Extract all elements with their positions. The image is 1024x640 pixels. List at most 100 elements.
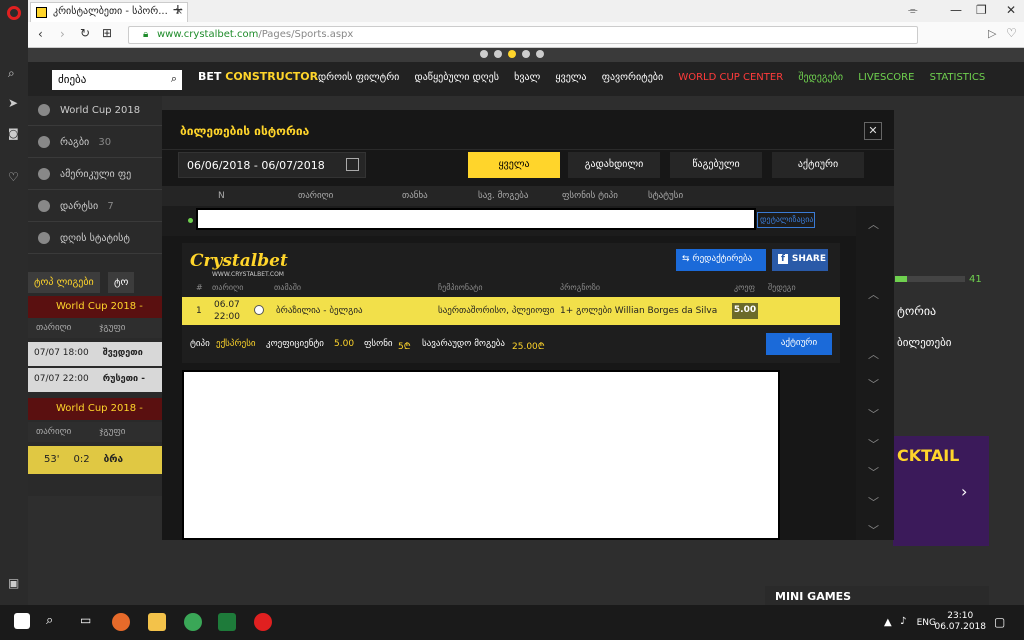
details-button[interactable]: დეტალიზაცია [757,212,815,228]
maximize-button[interactable]: ❐ [976,3,987,17]
match-row[interactable]: 07/07 22:00 რუსეთი - [28,368,162,392]
chrome-icon[interactable] [184,613,202,631]
group-header[interactable]: World Cup 2018 - [28,398,162,420]
nav-started-today[interactable]: დაწყებული დღეს [415,72,499,83]
match-teams: შვედეთი [102,348,143,358]
filter-all-button[interactable]: ყველა [468,152,560,178]
nav-world-cup-center[interactable]: WORLD CUP CENTER [678,72,783,83]
modal-header: ბილეთების ისტორია ✕ [162,110,894,150]
slider-dot[interactable] [480,50,488,58]
date-range-input[interactable]: 06/06/2018 - 06/07/2018 [178,152,366,178]
opera-logo-icon[interactable] [7,6,21,20]
tab-menu-icon[interactable]: ⌯ [908,3,918,18]
snapshot-icon[interactable]: ▷ [988,27,996,40]
group-header[interactable]: World Cup 2018 - [28,296,162,318]
sidebar-toggle-icon[interactable]: ▣ [8,576,19,590]
ticket-champ: საერთაშორისო, პლეიოფი [438,306,555,316]
browser-tab[interactable]: კრისტალბეთი - სპორ... × [30,2,188,22]
filter-lost-button[interactable]: წაგებული [670,152,762,178]
back-icon[interactable]: ‹ [38,27,43,41]
excel-icon[interactable] [218,613,236,631]
match-row[interactable]: 07/07 18:00 შვედეთი [28,342,162,366]
modal-scroll-pane: ︿ ︿ ︿ ﹀ ﹀ ﹀ ﹀ ﹀ ﹀ [856,206,894,540]
edit-button[interactable]: ⇆ რედაქტირება [676,249,766,271]
share-button[interactable]: f SHARE [772,249,828,271]
chevron-down-icon[interactable]: ﹀ [868,376,879,392]
speed-dial-icon[interactable]: ⊞ [102,26,112,40]
clock[interactable]: 23:10 06.07.2018 [934,611,986,633]
th-game: თამაში [274,283,301,292]
search-icon[interactable]: ⌕ [171,72,177,86]
history-row[interactable]: დეტალიზაცია [162,206,862,236]
search-icon[interactable]: ⌕ [46,613,53,628]
minimize-button[interactable]: — [950,3,962,17]
chevron-down-icon[interactable]: ﹀ [868,522,879,538]
tab-top-leagues[interactable]: ტოპ ლიგები [28,272,100,293]
nav-results[interactable]: შედეგები [798,72,843,83]
chevron-down-icon[interactable]: ﹀ [868,494,879,510]
facebook-icon: f [778,254,788,264]
nav-tomorrow[interactable]: ხვალ [514,72,540,83]
new-tab-button[interactable]: + [172,2,184,18]
th-num: # [196,283,203,292]
heart-icon[interactable]: ♡ [8,170,19,184]
reload-icon[interactable]: ↻ [80,26,90,40]
bet-constructor-link[interactable]: BET CONSTRUCTOR [198,70,318,83]
time-filter[interactable]: დროის ფილტრი [318,72,399,83]
forward-icon[interactable]: › [60,27,65,41]
nav-statistics[interactable]: STATISTICS [930,72,986,83]
next-slide-icon[interactable]: › [961,482,967,501]
nav-all[interactable]: ყველა [555,72,586,83]
sidebar-item-daily-stats[interactable]: დღის სტატისტ [28,224,162,254]
search-icon[interactable]: ⌕ [8,66,15,81]
file-explorer-icon[interactable] [148,613,166,631]
right-progress [895,276,965,282]
bookmark-heart-icon[interactable]: ♡ [1006,26,1017,40]
slider-dot-active[interactable] [508,50,516,58]
nav-livescore[interactable]: LIVESCORE [858,72,914,83]
opera-taskbar-icon[interactable] [254,613,272,631]
sidebar-item-world-cup[interactable]: World Cup 2018 [28,96,162,126]
live-match-row[interactable]: 53' 0:2 ბრა [28,446,162,474]
windows-start-icon[interactable] [14,613,30,629]
filter-paid-button[interactable]: გადახდილი [568,152,660,178]
promo-banner[interactable]: CKTAIL › [893,436,989,546]
slider-dot[interactable] [536,50,544,58]
chevron-down-icon[interactable]: ﹀ [868,406,879,422]
tab-top-other[interactable]: ტო [108,272,135,293]
chevron-down-icon[interactable]: ﹀ [868,464,879,480]
chevron-up-icon[interactable]: ︿ [868,216,879,232]
url-input[interactable]: 🔒︎ www.crystalbet.com/Pages/Sports.aspx [128,26,918,44]
language-indicator[interactable]: ENG [917,618,936,628]
notifications-icon[interactable]: ▢ [994,615,1005,629]
send-icon[interactable]: ➤ [8,96,18,110]
chevron-up-icon[interactable]: ︿ [868,346,879,362]
close-window-button[interactable]: ✕ [1006,3,1016,17]
sidebar-item-american-football[interactable]: ამერიკული ფე [28,160,162,190]
close-icon[interactable]: ✕ [864,122,882,140]
match-time: 07/07 18:00 [34,348,89,358]
task-view-icon[interactable]: ▭ [80,613,91,627]
filter-active-button[interactable]: აქტიური [772,152,864,178]
volume-icon[interactable]: ♪ [900,616,906,627]
slider-dot[interactable] [522,50,530,58]
camera-icon[interactable]: ◙ [8,127,19,140]
firefox-icon[interactable] [112,613,130,631]
ticket-summary: ტიპი ექსპრესი კოეფიციენტი 5.00 ფსონი 5₾ … [182,331,840,357]
slider-dots [28,48,1024,62]
sports-sidebar: World Cup 2018 რაგბი 30 ამერიკული ფე დარ… [28,96,162,496]
calendar-icon[interactable] [346,158,359,171]
row-indicator-icon [188,218,193,223]
status-active-button[interactable]: აქტიური [766,333,832,355]
nav-favorites[interactable]: ფავორიტები [602,72,663,83]
chevron-up-icon[interactable]: ︿ [868,286,879,302]
col-potential-win: სავ. მოგება [478,191,529,201]
soccer-ball-icon [254,305,264,315]
sidebar-item-darts[interactable]: დარტსი 7 [28,192,162,222]
sidebar-item-rugby[interactable]: რაგბი 30 [28,128,162,158]
network-icon[interactable]: ▲ [884,617,892,628]
slider-dot[interactable] [494,50,502,58]
chevron-down-icon[interactable]: ﹀ [868,436,879,452]
crystalbet-logo: Crystalbet [190,251,288,271]
search-input[interactable]: ძიება ⌕ [52,70,182,90]
